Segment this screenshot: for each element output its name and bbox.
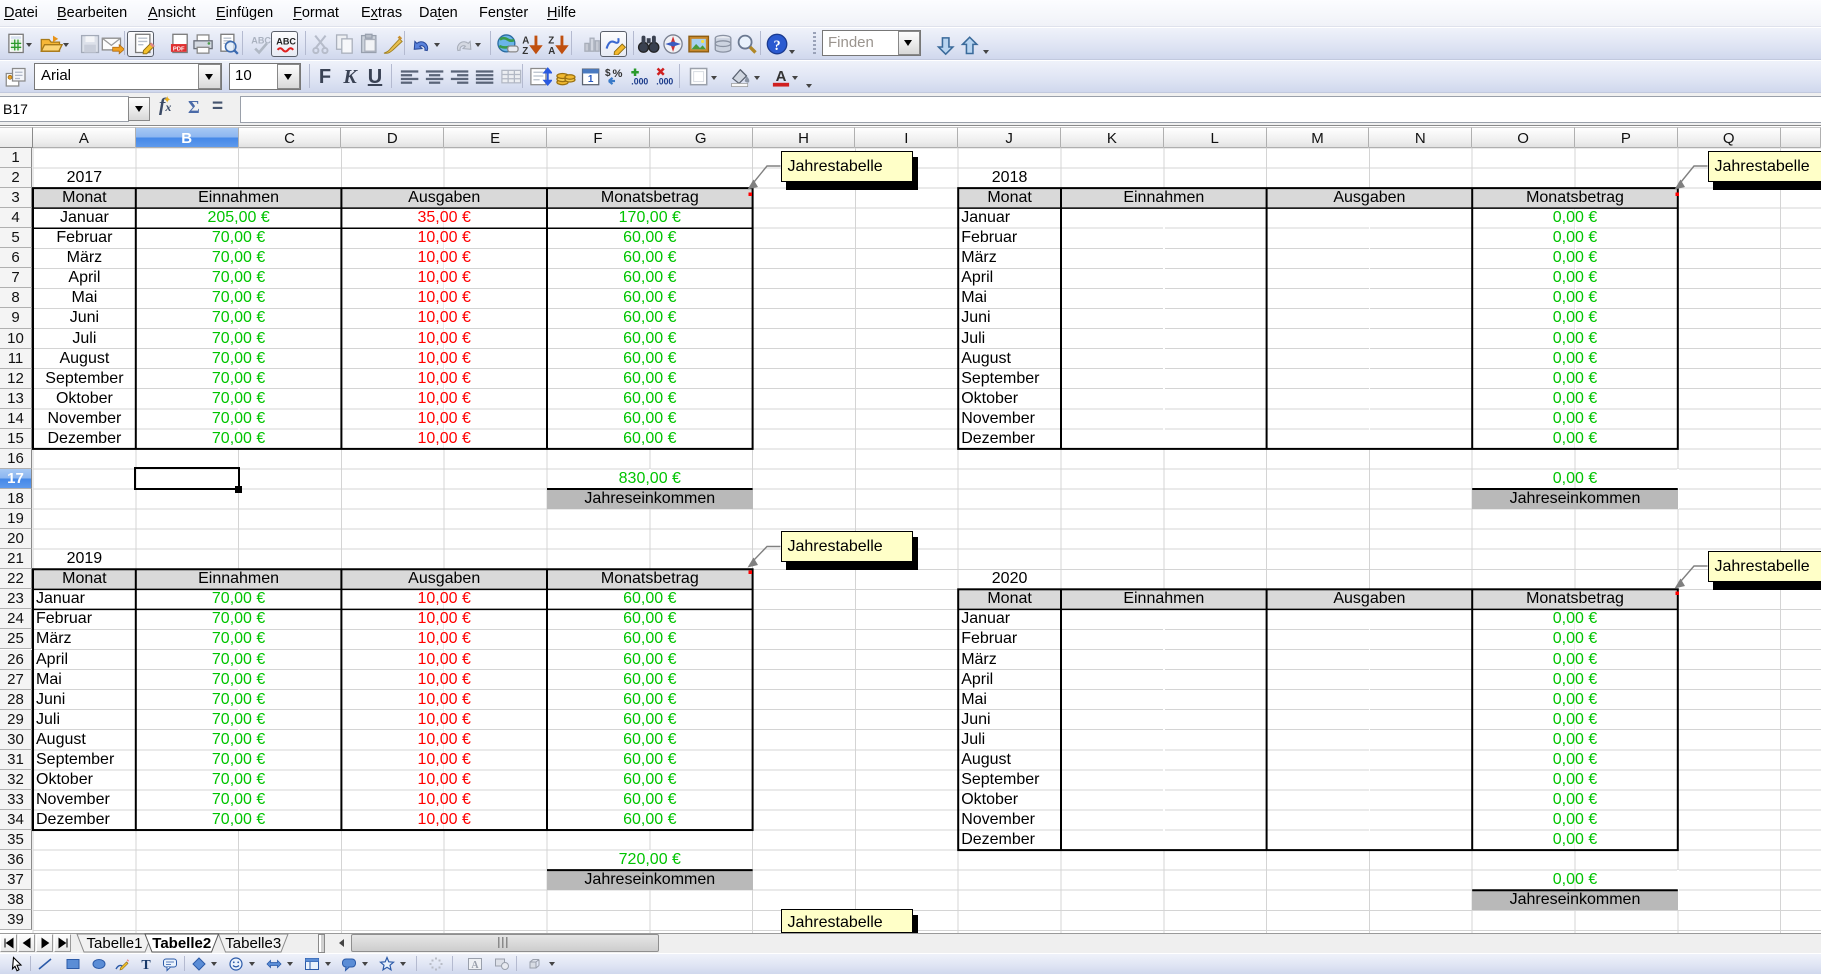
svg-text:A: A [471,960,479,971]
svg-text:T: T [141,958,151,972]
